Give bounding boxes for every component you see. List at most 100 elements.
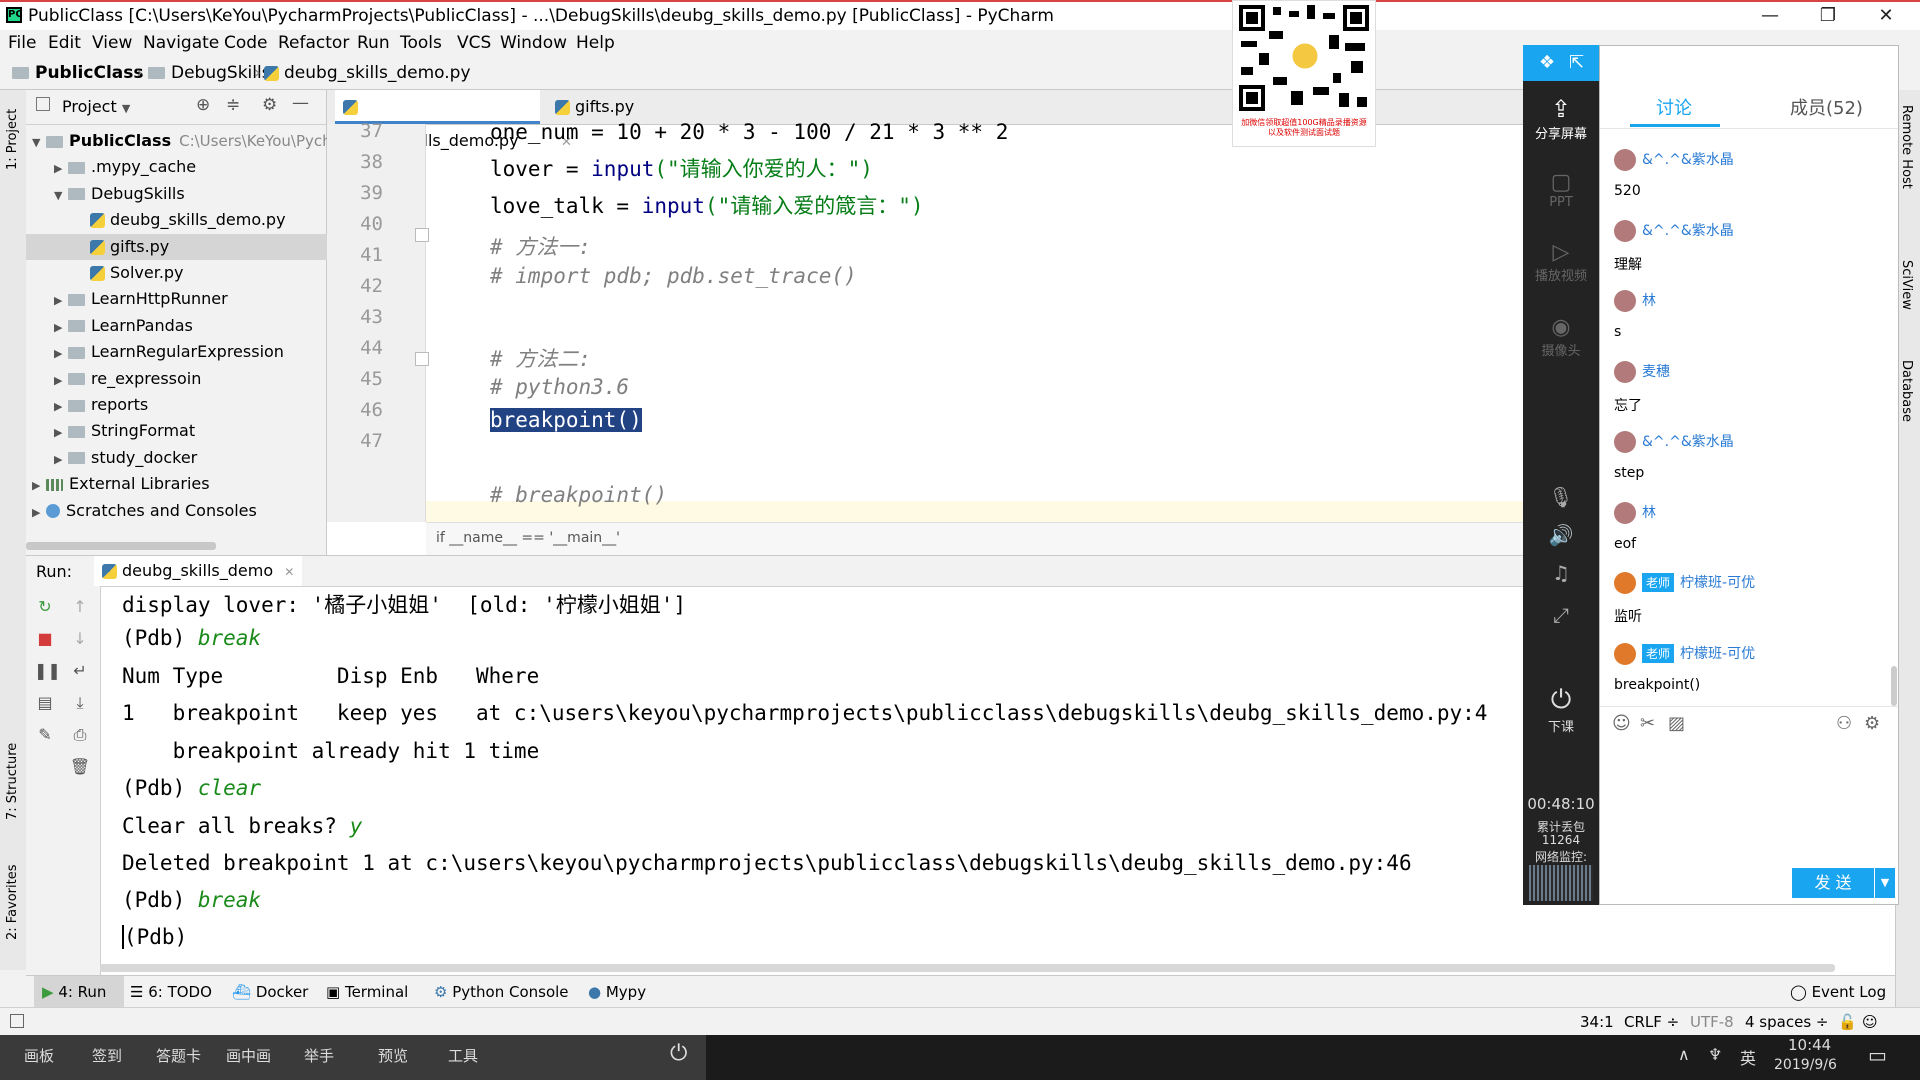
pin-icon[interactable]: ✎: [34, 724, 56, 746]
stop-icon[interactable]: ■: [34, 628, 56, 650]
clock-date[interactable]: 2019/9/6: [1774, 1057, 1837, 1073]
code-line-47[interactable]: # breakpoint(): [490, 483, 667, 507]
minimize-button[interactable]: —: [1742, 2, 1798, 30]
tab-docker[interactable]: ⛴ Docker: [232, 983, 308, 1001]
chevron-down-icon[interactable]: ▼: [54, 183, 68, 209]
code-line-41[interactable]: # import pdb; pdb.set_trace(): [490, 264, 857, 288]
restore-layout-icon[interactable]: ▤: [34, 692, 56, 714]
down-arrow-icon[interactable]: ↓: [69, 628, 91, 650]
preview-button[interactable]: 预览: [378, 1045, 408, 1066]
chevron-right-icon[interactable]: ▶: [54, 341, 68, 367]
gear-icon[interactable]: ⚙: [1864, 713, 1880, 734]
indent-selector[interactable]: 4 spaces ÷: [1745, 1013, 1828, 1031]
trash-icon[interactable]: 🗑: [69, 756, 91, 778]
breadcrumb-file[interactable]: deubg_skills_demo.py: [264, 63, 471, 83]
music-icon[interactable]: ♫: [1523, 561, 1599, 585]
favorites-tool-button[interactable]: 2: Favorites: [5, 864, 20, 940]
chat-message-user[interactable]: 林: [1614, 290, 1656, 312]
tray-chevron-up-icon[interactable]: ∧: [1678, 1045, 1690, 1064]
chevron-right-icon[interactable]: ▶: [32, 473, 46, 499]
checkin-button[interactable]: 签到: [92, 1045, 122, 1066]
fold-marker-icon[interactable]: [415, 352, 429, 366]
answer-card-button[interactable]: 答题卡: [156, 1045, 201, 1066]
code-line-45[interactable]: breakpoint(): [490, 408, 642, 432]
locate-icon[interactable]: ⊕: [196, 95, 210, 115]
chat-message-user[interactable]: &^.^&紫水晶: [1614, 431, 1734, 453]
menu-refactor[interactable]: Refactor: [278, 33, 349, 53]
fullscreen-icon[interactable]: ⤢: [1523, 603, 1599, 627]
chevron-right-icon[interactable]: ▶: [54, 368, 68, 394]
tool-window-toggle-icon[interactable]: [10, 1014, 24, 1028]
code-line-43[interactable]: # 方法二:: [490, 343, 591, 373]
tab-deubg-skills-demo[interactable]: deubg_skills_demo.py ✕: [335, 90, 540, 184]
microphone-icon[interactable]: 🎙: [1523, 485, 1599, 509]
chevron-down-icon[interactable]: ▼: [32, 130, 46, 156]
chat-message-user[interactable]: &^.^&紫水晶: [1614, 219, 1734, 242]
menu-help[interactable]: Help: [576, 33, 615, 53]
event-log-button[interactable]: ◯ Event Log: [1790, 983, 1886, 1001]
line-separator-selector[interactable]: CRLF ÷: [1624, 1013, 1679, 1031]
user-settings-icon[interactable]: ⚇: [1836, 713, 1852, 734]
print-icon[interactable]: ⎙: [69, 724, 91, 746]
send-options-chevron-icon[interactable]: ▼: [1875, 868, 1895, 898]
picture-in-picture-button[interactable]: 画中画: [226, 1045, 271, 1066]
tab-todo[interactable]: ☰ 6: TODO: [130, 983, 212, 1001]
project-tree-item[interactable]: ▶ study_docker: [54, 445, 197, 471]
project-tree-item[interactable]: ▶ StringFormat: [54, 418, 195, 444]
lock-icon[interactable]: 🔓: [1838, 1013, 1857, 1031]
project-tree-item[interactable]: deubg_skills_demo.py: [76, 207, 286, 233]
up-arrow-icon[interactable]: ↑: [69, 596, 91, 618]
notification-icon[interactable]: ▭: [1868, 1043, 1887, 1067]
chevron-right-icon[interactable]: ▶: [54, 420, 68, 446]
chevron-right-icon[interactable]: ▶: [54, 288, 68, 314]
menu-run[interactable]: Run: [357, 33, 390, 53]
project-tree-item[interactable]: ▶ reports: [54, 392, 148, 418]
run-tab[interactable]: deubg_skills_demo ✕: [94, 556, 303, 586]
project-tree-item[interactable]: ▶ LearnRegularExpression: [54, 339, 284, 365]
rerun-icon[interactable]: ↻: [34, 596, 56, 618]
horizontal-scrollbar[interactable]: [100, 964, 1835, 972]
tab-python-console[interactable]: ⚙ Python Console: [434, 983, 569, 1001]
share-icon[interactable]: ⇱: [1569, 52, 1584, 73]
chat-input-field[interactable]: [1600, 743, 1898, 843]
whiteboard-button[interactable]: 画板: [24, 1045, 54, 1066]
play-video-button[interactable]: ▷ 播放视频: [1523, 240, 1599, 284]
project-tree-item[interactable]: ▼ PublicClass C:\Users\KeYou\Pycha: [32, 128, 341, 154]
menu-tools[interactable]: Tools: [400, 33, 442, 53]
ppt-button[interactable]: ▢ PPT: [1523, 170, 1599, 210]
chat-message-user[interactable]: 老师 柠檬班-可优: [1614, 572, 1755, 594]
code-line-39[interactable]: love_talk = input("请输入爱的箴言："): [490, 190, 924, 220]
project-tree-item[interactable]: ▼ DebugSkills: [54, 181, 185, 207]
code-line-37[interactable]: one_num = 10 + 20 * 3 - 100 / 21 * 3 ** …: [490, 120, 1008, 144]
power-icon[interactable]: ⏻: [670, 1041, 687, 1066]
tab-gifts[interactable]: gifts.py ✕: [547, 90, 657, 150]
camera-button[interactable]: ◉ 摄像头: [1523, 315, 1599, 359]
project-tree-item[interactable]: ▶ LearnHttpRunner: [54, 286, 228, 312]
breadcrumb-project[interactable]: PublicClass: [12, 63, 143, 83]
chat-message-user[interactable]: 老师 柠檬班-可优: [1614, 642, 1755, 665]
end-class-button[interactable]: ⏻ 下课: [1523, 685, 1599, 735]
menu-window[interactable]: Window: [500, 33, 567, 53]
encoding-selector[interactable]: UTF-8: [1690, 1013, 1734, 1031]
close-icon[interactable]: ✕: [284, 565, 294, 579]
menu-code[interactable]: Code: [224, 33, 268, 53]
chevron-right-icon[interactable]: ▶: [32, 500, 46, 526]
fold-marker-icon[interactable]: [415, 228, 429, 242]
project-tree-item[interactable]: gifts.py: [26, 233, 376, 260]
remote-host-tool-button[interactable]: Remote Host: [1899, 105, 1914, 189]
project-tree-item[interactable]: ▶ Scratches and Consoles: [32, 498, 257, 524]
horizontal-scrollbar[interactable]: [26, 542, 216, 550]
chevron-right-icon[interactable]: ▶: [54, 156, 68, 182]
restore-button[interactable]: ❐: [1800, 2, 1856, 30]
project-tree-item[interactable]: ▶ .mypy_cache: [54, 154, 196, 180]
project-tree-item[interactable]: ▶ LearnPandas: [54, 313, 193, 339]
project-view-selector[interactable]: Project ▼: [62, 97, 130, 116]
code-line-40[interactable]: # 方法一:: [490, 231, 591, 261]
tab-run[interactable]: ▶ 4: Run: [42, 983, 106, 1001]
close-button[interactable]: ✕: [1858, 2, 1914, 30]
breadcrumb-folder[interactable]: DebugSkills: [148, 63, 271, 83]
chat-message-user[interactable]: 麦穗: [1614, 360, 1670, 383]
project-tree-item[interactable]: Solver.py: [76, 260, 184, 286]
chat-message-user[interactable]: &^.^&紫水晶: [1614, 149, 1734, 171]
database-tool-button[interactable]: Database: [1899, 360, 1914, 422]
